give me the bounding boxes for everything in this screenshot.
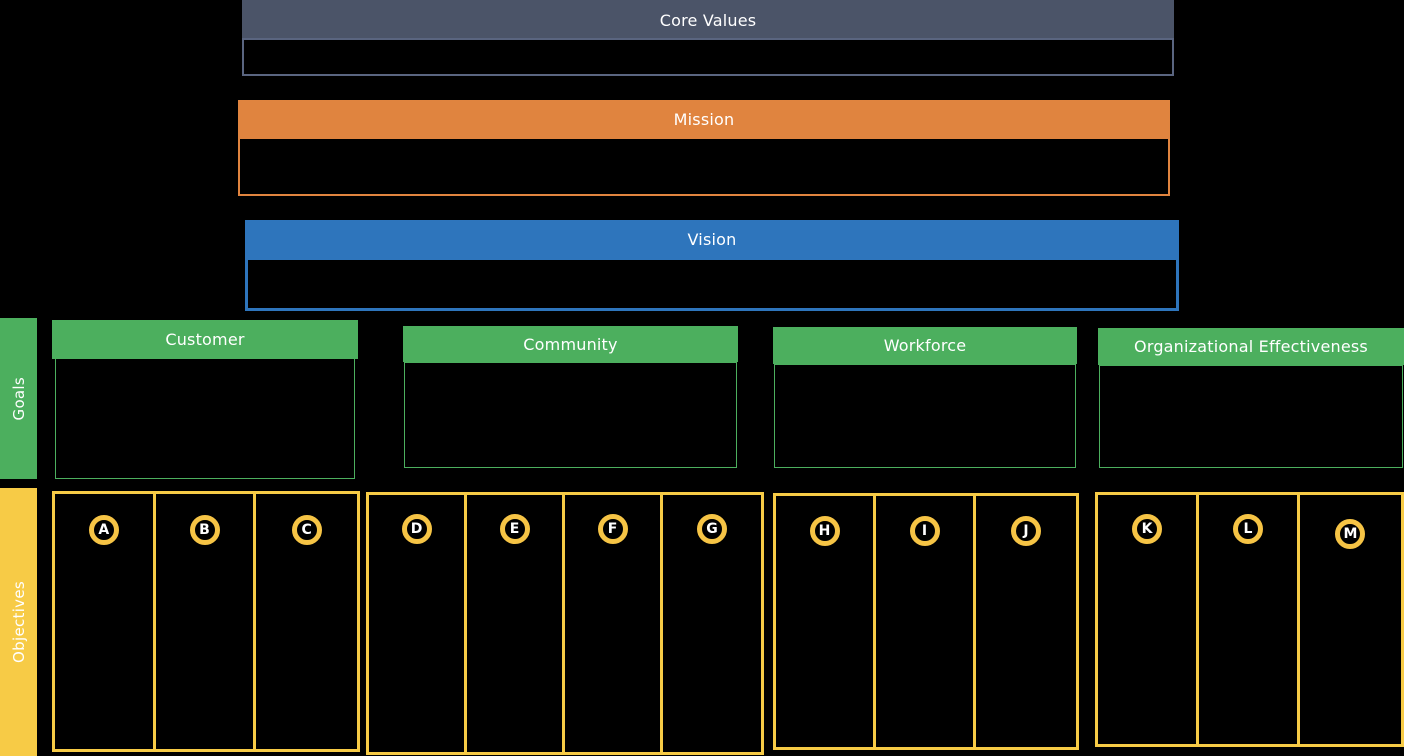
goal-body-workforce[interactable] xyxy=(774,364,1076,468)
objective-badge-c: C xyxy=(291,515,322,545)
objective-badge-a: A xyxy=(88,515,119,545)
goal-card-community: Community xyxy=(403,326,738,468)
vision-title: Vision xyxy=(687,229,737,249)
objective-badge-f: F xyxy=(597,514,628,544)
goal-header-community: Community xyxy=(403,326,738,362)
goals-row-label: Goals xyxy=(0,318,37,479)
objective-badge-h: H xyxy=(809,516,840,546)
objective-letter-f: F xyxy=(607,521,618,537)
goal-card-workforce: Workforce xyxy=(773,327,1077,468)
goal-title-workforce: Workforce xyxy=(883,336,967,355)
core-values-panel: Core Values xyxy=(242,0,1174,76)
mission-panel: Mission xyxy=(238,100,1170,196)
strategic-plan-diagram: Core Values Mission Vision Goals Custome… xyxy=(0,0,1404,756)
objective-letter-c: C xyxy=(301,522,312,538)
objective-letter-b: B xyxy=(199,522,210,538)
objective-badge-j: J xyxy=(1010,516,1041,546)
objective-cell-m[interactable]: M xyxy=(1300,495,1401,744)
objective-letter-g: G xyxy=(706,521,718,537)
objective-letter-h: H xyxy=(818,523,831,539)
core-values-title: Core Values xyxy=(659,10,757,30)
objective-letter-i: I xyxy=(921,523,928,539)
objective-cell-g[interactable]: G xyxy=(663,495,761,752)
objective-cell-k[interactable]: K xyxy=(1098,495,1200,744)
objective-cell-e[interactable]: E xyxy=(467,495,565,752)
objective-cell-a[interactable]: A xyxy=(55,494,156,749)
objective-badge-e: E xyxy=(499,514,530,544)
objective-letter-k: K xyxy=(1141,521,1153,537)
goal-body-customer[interactable] xyxy=(55,358,355,479)
goal-header-organizational-effectiveness: Organizational Effectiveness xyxy=(1098,328,1404,365)
objective-letter-d: D xyxy=(410,521,423,537)
goal-body-community[interactable] xyxy=(404,362,737,468)
goal-card-organizational-effectiveness: Organizational Effectiveness xyxy=(1098,328,1404,468)
objective-badge-g: G xyxy=(697,514,727,544)
objectives-row-label: Objectives xyxy=(0,488,37,756)
objective-cell-h[interactable]: H xyxy=(776,496,877,747)
vision-header: Vision xyxy=(245,220,1179,258)
objective-cell-f[interactable]: F xyxy=(565,495,663,752)
goal-title-community: Community xyxy=(523,334,618,354)
objective-badge-l: L xyxy=(1233,514,1263,544)
objective-cell-l[interactable]: L xyxy=(1199,495,1300,744)
mission-body[interactable] xyxy=(238,137,1170,196)
objective-group-customer: A B C xyxy=(52,491,360,752)
objective-letter-e: E xyxy=(509,521,520,537)
objective-group-organizational-effectiveness: K L M xyxy=(1095,492,1404,747)
core-values-header: Core Values xyxy=(242,0,1174,40)
goal-header-workforce: Workforce xyxy=(773,327,1077,364)
goal-body-organizational-effectiveness[interactable] xyxy=(1099,365,1403,468)
objective-cell-c[interactable]: C xyxy=(256,494,357,749)
objective-cell-j[interactable]: J xyxy=(976,496,1076,747)
objective-cell-b[interactable]: B xyxy=(155,494,257,749)
goals-row-label-text: Goals xyxy=(9,376,28,421)
objective-letter-l: L xyxy=(1243,521,1253,537)
objective-letter-m: M xyxy=(1343,526,1358,542)
goal-card-customer: Customer xyxy=(52,320,358,479)
objectives-row-label-text: Objectives xyxy=(9,581,28,663)
mission-title: Mission xyxy=(673,109,735,129)
objective-badge-m: M xyxy=(1335,519,1366,549)
goal-title-organizational-effectiveness: Organizational Effectiveness xyxy=(1134,337,1368,356)
objective-letter-j: J xyxy=(1023,523,1029,539)
objective-group-workforce: H I J xyxy=(773,493,1079,750)
vision-body[interactable] xyxy=(245,257,1179,311)
objective-group-community: D E F G xyxy=(366,492,764,755)
core-values-body[interactable] xyxy=(242,38,1174,76)
objective-badge-k: K xyxy=(1132,514,1162,544)
vision-panel: Vision xyxy=(245,220,1179,311)
objective-letter-a: A xyxy=(98,522,110,538)
mission-header: Mission xyxy=(238,100,1170,138)
objective-cell-d[interactable]: D xyxy=(369,495,467,752)
objective-cell-i[interactable]: I xyxy=(876,496,976,747)
objective-badge-b: B xyxy=(189,515,220,545)
goal-header-customer: Customer xyxy=(52,320,358,359)
objective-badge-d: D xyxy=(401,514,432,544)
objective-badge-i: I xyxy=(909,516,940,546)
goal-title-customer: Customer xyxy=(165,330,245,349)
